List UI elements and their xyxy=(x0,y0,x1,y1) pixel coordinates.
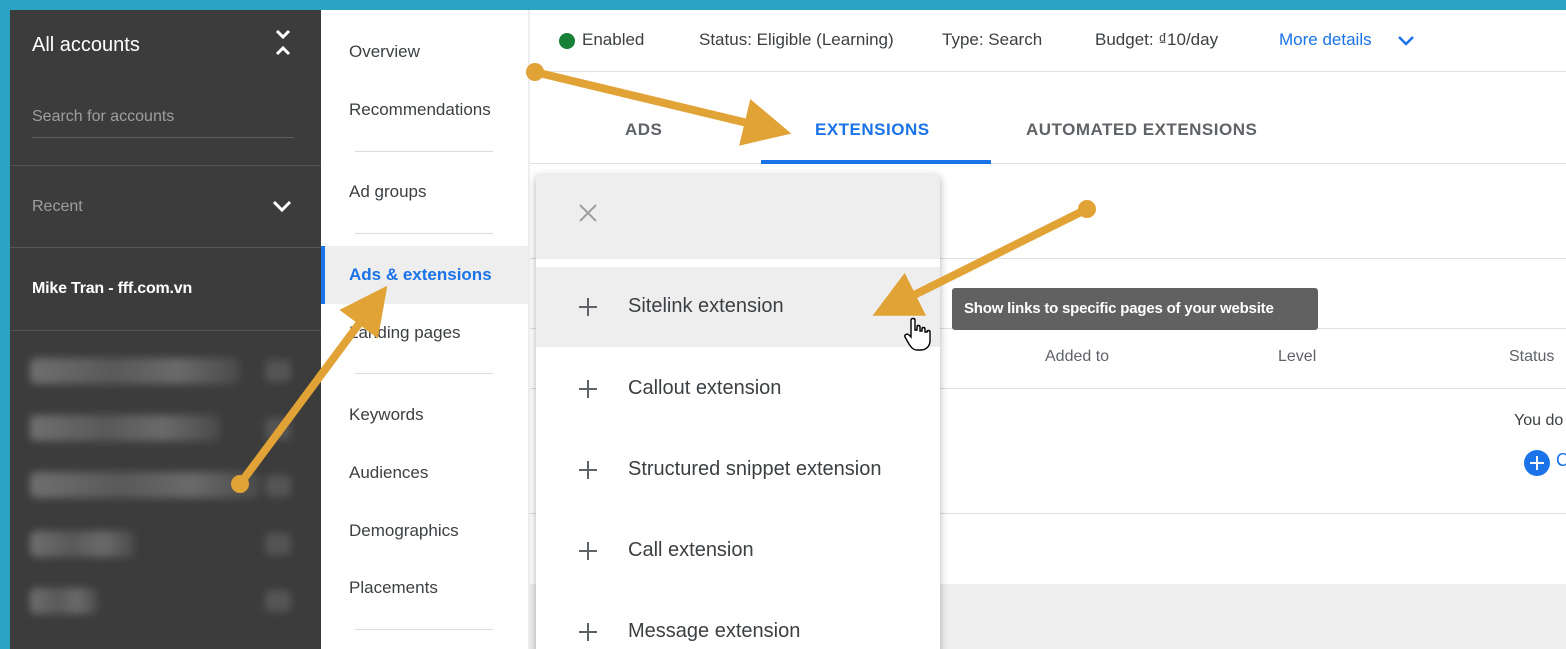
account-sidebar: All accounts Search for accounts Recent … xyxy=(10,10,321,649)
blurred-account-badge xyxy=(265,475,291,497)
blurred-account-row[interactable] xyxy=(30,588,98,614)
account-sidebar-title: All accounts xyxy=(32,34,140,56)
nav-item-placements[interactable]: Placements xyxy=(349,578,438,598)
menu-header xyxy=(536,175,940,259)
eligibility-status: Status: Eligible (Learning) xyxy=(699,30,894,49)
tab-automated-extensions[interactable]: AUTOMATED EXTENSIONS xyxy=(1026,120,1257,140)
collapse-icon[interactable] xyxy=(272,28,294,58)
nav-item-recommendations[interactable]: Recommendations xyxy=(349,100,491,120)
nav-item-ads-extensions[interactable]: Ads & extensions xyxy=(321,246,528,304)
tab-ads[interactable]: ADS xyxy=(625,120,662,140)
menu-item-label: Call extension xyxy=(628,539,754,561)
column-header-added-to[interactable]: Added to xyxy=(1045,348,1109,366)
page-nav: Overview Recommendations Ad groups Ads &… xyxy=(321,10,528,649)
add-extension-menu: Sitelink extension Callout extension Str… xyxy=(536,175,940,649)
blurred-account-row[interactable] xyxy=(30,358,240,384)
blurred-account-badge xyxy=(265,533,291,555)
column-header-level[interactable]: Level xyxy=(1278,348,1316,366)
column-header-status[interactable]: Status xyxy=(1509,348,1554,366)
campaign-type: Type: Search xyxy=(942,30,1043,49)
menu-item-structured-snippet-extension[interactable]: Structured snippet extension xyxy=(536,430,940,510)
plus-icon xyxy=(579,461,597,479)
blurred-account-row[interactable] xyxy=(30,415,220,441)
menu-item-label: Sitelink extension xyxy=(628,295,784,317)
nav-item-label: Ads & extensions xyxy=(349,265,492,284)
plus-icon xyxy=(579,623,597,641)
blurred-account-row[interactable] xyxy=(30,531,135,557)
tab-extensions[interactable]: EXTENSIONS xyxy=(815,120,930,140)
nav-item-keywords[interactable]: Keywords xyxy=(349,405,424,425)
menu-item-callout-extension[interactable]: Callout extension xyxy=(536,349,940,429)
ads-extensions-tabs: ADS EXTENSIONS AUTOMATED EXTENSIONS xyxy=(530,72,1566,164)
chevron-down-icon[interactable] xyxy=(270,194,294,218)
screen: All accounts Search for accounts Recent … xyxy=(10,10,1566,649)
nav-item-ad-groups[interactable]: Ad groups xyxy=(349,182,427,202)
blurred-account-badge xyxy=(265,590,291,612)
nav-divider xyxy=(355,629,493,630)
menu-item-sitelink-extension[interactable]: Sitelink extension xyxy=(536,267,940,347)
empty-state-text: You do xyxy=(1514,412,1564,429)
divider xyxy=(10,165,321,166)
divider xyxy=(10,330,321,331)
blurred-account-badge xyxy=(265,418,291,440)
add-circle-icon[interactable] xyxy=(1524,450,1550,476)
nav-item-overview[interactable]: Overview xyxy=(349,42,420,62)
current-account-item[interactable]: Mike Tran - fff.com.vn xyxy=(32,280,192,298)
blurred-account-badge xyxy=(265,360,291,382)
menu-item-label: Message extension xyxy=(628,620,801,642)
nav-item-audiences[interactable]: Audiences xyxy=(349,463,428,483)
nav-divider xyxy=(355,373,493,374)
account-search-input[interactable]: Search for accounts xyxy=(32,108,294,138)
add-extension-link[interactable]: C xyxy=(1556,450,1566,471)
menu-item-message-extension[interactable]: Message extension xyxy=(536,592,940,649)
plus-icon xyxy=(579,542,597,560)
divider xyxy=(10,247,321,248)
plus-icon xyxy=(579,298,597,316)
nav-divider xyxy=(355,151,493,152)
more-details-link[interactable]: More details xyxy=(1279,30,1372,50)
blurred-account-row[interactable] xyxy=(30,472,260,498)
nav-item-landing-pages[interactable]: Landing pages xyxy=(349,323,461,343)
menu-item-label: Structured snippet extension xyxy=(628,458,882,480)
chevron-down-icon[interactable] xyxy=(1397,34,1415,48)
sitelink-tooltip: Show links to specific pages of your web… xyxy=(952,288,1318,330)
menu-item-call-extension[interactable]: Call extension xyxy=(536,511,940,591)
campaign-budget[interactable]: Budget: ₫10/day xyxy=(1095,30,1218,50)
nav-item-demographics[interactable]: Demographics xyxy=(349,521,459,541)
close-icon[interactable] xyxy=(576,201,600,225)
status-enabled-dot xyxy=(559,33,575,49)
menu-item-label: Callout extension xyxy=(628,377,782,399)
nav-divider xyxy=(355,233,493,234)
recent-label[interactable]: Recent xyxy=(32,198,83,216)
status-enabled-label[interactable]: Enabled xyxy=(582,30,644,50)
campaign-status-bar: Enabled Status: Eligible (Learning) Type… xyxy=(530,10,1566,72)
plus-icon xyxy=(579,380,597,398)
